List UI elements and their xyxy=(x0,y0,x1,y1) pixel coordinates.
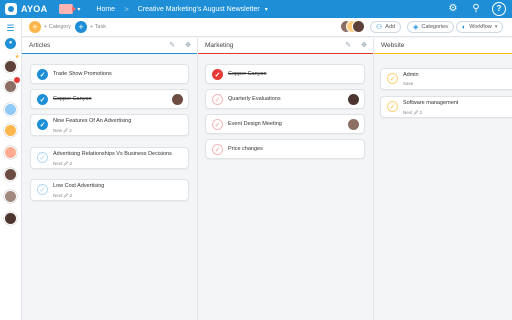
task-card[interactable]: ✓ Copper Canyon xyxy=(30,89,189,109)
task-title: Admin xyxy=(403,72,419,78)
avatar xyxy=(352,20,365,33)
assignee-avatar[interactable] xyxy=(172,94,183,105)
app-name: AYOA xyxy=(21,4,48,14)
tag-icon: ◈ xyxy=(413,24,419,31)
task-card[interactable]: ✓ Software management Next 🖉 2 xyxy=(380,96,512,118)
task-card[interactable]: ✓ Price changes xyxy=(205,139,365,159)
task-card[interactable]: ✓ Trade Show Promotions xyxy=(30,64,189,84)
megaphone-icon[interactable] xyxy=(59,4,77,14)
avatar[interactable] xyxy=(4,103,17,116)
board-chevron-down-icon[interactable]: ▾ xyxy=(265,6,268,13)
search-icon[interactable]: ⚲ xyxy=(469,2,483,16)
breadcrumb-board-title[interactable]: Creative Marketing's August Newsletter xyxy=(138,6,260,13)
ayoa-logo-mark-icon xyxy=(5,3,17,15)
assignee-avatar[interactable] xyxy=(348,94,359,105)
complete-check-icon[interactable]: ✓ xyxy=(37,69,48,80)
task-meta: Next 🖉 2 xyxy=(53,161,73,166)
favorite-star-icon: ★ xyxy=(15,54,20,60)
task-title: Copper Canyon xyxy=(228,71,267,77)
task-title: Price changes xyxy=(228,146,263,152)
column-website: Website ✓ Admin Save ✓ Software manageme… xyxy=(374,38,512,320)
board-members[interactable] xyxy=(340,20,365,34)
edit-icon[interactable]: ✎ xyxy=(345,41,351,49)
column-header: Articles ✎ ✥ xyxy=(22,38,197,54)
boards-list-icon[interactable]: ☰ xyxy=(4,22,17,34)
workflow-icon: ◐ xyxy=(462,23,467,31)
task-title: Quarterly Evaluations xyxy=(228,96,281,102)
left-rail: ☰ ● ★ xyxy=(0,18,22,320)
ayoa-logo[interactable]: AYOA xyxy=(5,3,47,15)
avatar[interactable] xyxy=(4,168,17,181)
task-title: Trade Show Promotions xyxy=(53,71,112,77)
top-bar: AYOA ▾ Home > Creative Marketing's Augus… xyxy=(0,0,512,18)
task-card[interactable]: ✓ Event Design Meeting xyxy=(205,114,365,134)
add-user-icon: ⚇ xyxy=(376,24,383,31)
incomplete-check-icon[interactable]: ✓ xyxy=(37,152,48,163)
move-icon[interactable]: ✥ xyxy=(185,41,191,49)
notification-badge xyxy=(14,77,20,83)
categories-label: Categories xyxy=(421,24,448,30)
add-member-label: Add xyxy=(385,24,396,30)
avatar[interactable] xyxy=(4,124,17,137)
workflow-label: Workflow xyxy=(469,24,492,30)
board-toolbar: + + Category + + Task ⚇ Add ◈ Categories… xyxy=(22,18,512,37)
task-card[interactable]: ✓ Quarterly Evaluations xyxy=(205,89,365,109)
task-card[interactable]: ✓ Copper Canyon xyxy=(205,64,365,84)
incomplete-check-icon[interactable]: ✓ xyxy=(387,101,398,112)
incomplete-check-icon[interactable]: ✓ xyxy=(387,73,398,84)
task-title: Event Design Meeting xyxy=(228,121,282,127)
add-task-button[interactable]: + + Task xyxy=(75,21,106,33)
settings-icon[interactable]: ⚙ xyxy=(446,2,460,16)
breadcrumb-home[interactable]: Home xyxy=(96,6,115,13)
breadcrumb-separator-icon: > xyxy=(124,4,129,14)
task-meta: Next 🖉 2 xyxy=(53,193,73,198)
complete-check-icon[interactable]: ✓ xyxy=(37,94,48,105)
incomplete-check-icon[interactable]: ✓ xyxy=(212,94,223,105)
task-title: Low Cost Advertising xyxy=(53,183,105,189)
task-title: Software management xyxy=(403,100,459,106)
task-title: Copper Canyon xyxy=(53,96,92,102)
task-card[interactable]: ✓ Advertising Relationships Vs Business … xyxy=(30,147,189,169)
task-title: Advertising Relationships Vs Business De… xyxy=(53,151,172,157)
move-icon[interactable]: ✥ xyxy=(361,41,367,49)
task-card[interactable]: ✓ Nine Features Of An Advertising New 🖉 … xyxy=(30,114,189,136)
incomplete-check-icon[interactable]: ✓ xyxy=(212,119,223,130)
incomplete-check-icon[interactable]: ✓ xyxy=(37,184,48,195)
column-header: Marketing ✎ ✥ xyxy=(198,38,373,54)
column-articles: Articles ✎ ✥ ✓ Trade Show Promotions ✓ C… xyxy=(22,38,197,320)
help-icon[interactable]: ? xyxy=(492,2,506,16)
task-title: Nine Features Of An Advertising xyxy=(53,118,132,124)
column-header: Website xyxy=(374,38,512,54)
incomplete-check-icon[interactable]: ✓ xyxy=(212,144,223,155)
add-category-icon: + xyxy=(29,21,41,33)
column-marketing: Marketing ✎ ✥ ✓ Copper Canyon ✓ Quarterl… xyxy=(198,38,373,320)
add-task-label: + Task xyxy=(90,24,106,30)
avatar[interactable] xyxy=(4,60,17,73)
add-member-button[interactable]: ⚇ Add xyxy=(370,21,402,33)
avatar[interactable] xyxy=(4,146,17,159)
add-category-button[interactable]: + + Category xyxy=(29,21,71,33)
complete-check-icon[interactable]: ✓ xyxy=(37,119,48,130)
task-meta: Next 🖉 2 xyxy=(403,110,423,115)
complete-check-icon[interactable]: ✓ xyxy=(212,69,223,80)
task-card[interactable]: ✓ Low Cost Advertising Next 🖉 2 xyxy=(30,179,189,201)
avatar[interactable] xyxy=(4,190,17,203)
chevron-down-icon: ▾ xyxy=(494,24,498,30)
categories-button[interactable]: ◈ Categories xyxy=(407,21,454,33)
edit-icon[interactable]: ✎ xyxy=(169,41,175,49)
column-title[interactable]: Articles xyxy=(29,42,50,49)
chat-icon[interactable]: ● xyxy=(5,38,16,49)
task-meta: Save xyxy=(403,81,414,86)
workflow-dropdown[interactable]: ◐ Workflow ▾ xyxy=(456,21,503,33)
assignee-avatar[interactable] xyxy=(348,119,359,130)
add-category-label: + Category xyxy=(44,24,72,30)
task-meta: New 🖉 2 xyxy=(53,128,72,133)
column-title[interactable]: Marketing xyxy=(205,42,234,49)
task-card[interactable]: ✓ Admin Save xyxy=(380,68,512,90)
workspace-chevron-down-icon[interactable]: ▾ xyxy=(77,6,80,13)
avatar[interactable] xyxy=(4,212,17,225)
column-title[interactable]: Website xyxy=(381,42,404,49)
add-task-icon: + xyxy=(75,21,87,33)
